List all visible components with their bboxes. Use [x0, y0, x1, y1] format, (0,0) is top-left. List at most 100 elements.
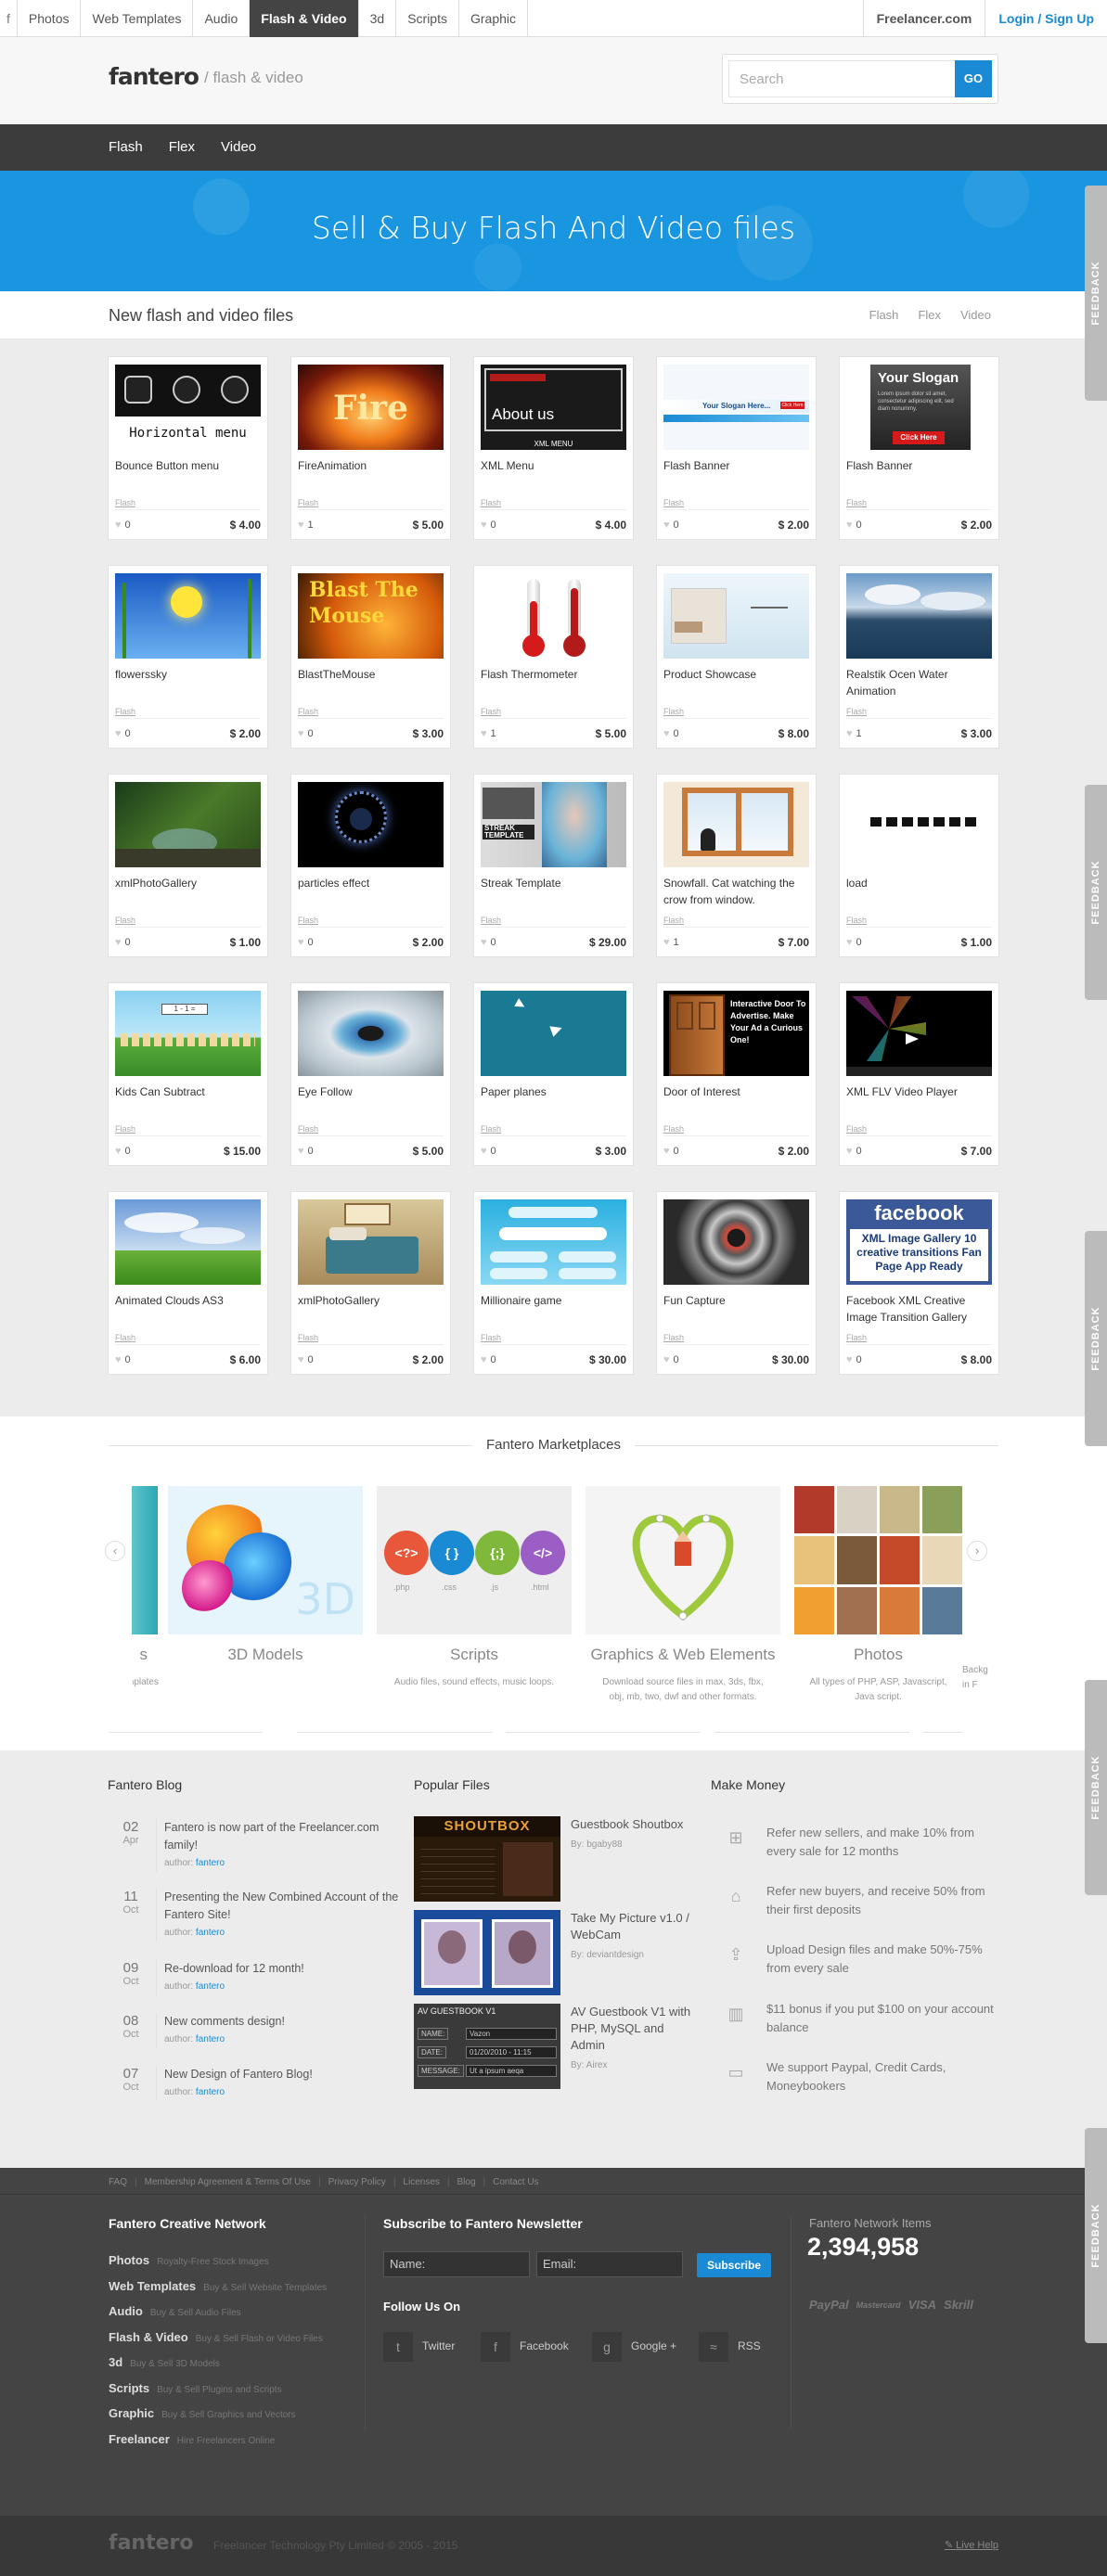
- network-name[interactable]: Scripts: [109, 2381, 149, 2395]
- blog-author-link[interactable]: fantero: [196, 1858, 225, 1868]
- heart-icon[interactable]: ♥: [481, 519, 487, 531]
- file-category[interactable]: Flash: [846, 1124, 867, 1134]
- file-category[interactable]: Flash: [115, 1124, 135, 1134]
- file-category[interactable]: Flash: [846, 707, 867, 716]
- network-link[interactable]: Graphic Buy & Sell Graphics and Vectors: [109, 2406, 296, 2420]
- footer-link-licenses[interactable]: Licenses: [403, 2177, 449, 2187]
- heart-icon[interactable]: ♥: [115, 1354, 122, 1365]
- file-thumbnail[interactable]: STREAK TEMPLATE: [481, 782, 626, 867]
- file-card[interactable]: load Flash ♥ 0 $ 1.00: [839, 774, 999, 957]
- file-name[interactable]: Flash Banner: [663, 457, 812, 474]
- file-category[interactable]: Flash: [663, 1333, 684, 1342]
- blog-post-title[interactable]: Fantero is now part of the Freelancer.co…: [164, 1819, 402, 1854]
- file-thumbnail[interactable]: facebook XML Image Gallery 10 creative tr…: [846, 1199, 992, 1285]
- file-category[interactable]: Flash: [663, 498, 684, 507]
- feedback-tab[interactable]: FEEDBACK: [1085, 785, 1107, 1000]
- file-card[interactable]: Fire FireAnimation Flash ♥ 1 $ 5.00: [290, 356, 451, 540]
- rss-icon[interactable]: ≈: [699, 2332, 728, 2362]
- popular-item[interactable]: SHOUTBOX Guestbook Shoutbox By: bgaby88: [414, 1816, 692, 1902]
- file-category[interactable]: Flash: [115, 498, 135, 507]
- marketplace-item[interactable]: s best way to sell & buy Design Template…: [133, 1486, 170, 1690]
- file-thumbnail[interactable]: Fire: [298, 365, 444, 450]
- network-name[interactable]: Photos: [109, 2253, 149, 2267]
- heart-icon[interactable]: ♥: [663, 1146, 670, 1157]
- cat-audio[interactable]: Audio: [193, 0, 251, 37]
- blog-post-title[interactable]: Re-download for 12 month!: [164, 1960, 402, 1978]
- network-name[interactable]: Audio: [109, 2304, 143, 2318]
- heart-icon[interactable]: ♥: [115, 519, 122, 531]
- file-thumbnail[interactable]: 1 - 1 =: [115, 991, 261, 1076]
- file-thumbnail[interactable]: [481, 1199, 626, 1285]
- file-name[interactable]: Eye Follow: [298, 1083, 446, 1100]
- file-card[interactable]: Paper planes Flash ♥ 0 $ 3.00: [473, 982, 634, 1166]
- network-name[interactable]: Flash & Video: [109, 2330, 188, 2344]
- footer-logo[interactable]: fantero: [109, 2531, 193, 2555]
- heart-icon[interactable]: ♥: [846, 1146, 853, 1157]
- file-name[interactable]: load: [846, 875, 995, 891]
- login-link[interactable]: Login / Sign Up: [985, 0, 1107, 37]
- file-name[interactable]: Kids Can Subtract: [115, 1083, 264, 1100]
- file-thumbnail[interactable]: Interactive Door To Advertise. Make Your…: [663, 991, 809, 1076]
- logo[interactable]: fantero: [109, 63, 200, 90]
- google-plus-icon[interactable]: g: [592, 2332, 622, 2362]
- heart-icon[interactable]: ♥: [481, 1146, 487, 1157]
- file-thumbnail[interactable]: [846, 782, 992, 867]
- file-card[interactable]: xmlPhotoGallery Flash ♥ 0 $ 2.00: [290, 1191, 451, 1375]
- file-category[interactable]: Flash: [115, 1333, 135, 1342]
- marketplace-item-photos[interactable]: Photos All types of PHP, ASP, Javascript…: [794, 1486, 962, 1705]
- popular-name[interactable]: Take My Picture v1.0 / WebCam: [571, 1910, 691, 1943]
- file-card[interactable]: Realstik Ocen Water Animation Flash ♥ 1 $ 3.…: [839, 565, 999, 749]
- file-category[interactable]: Flash: [481, 1124, 501, 1134]
- file-name[interactable]: Paper planes: [481, 1083, 629, 1100]
- file-thumbnail[interactable]: About us XML MENU: [481, 365, 626, 450]
- file-thumbnail[interactable]: [115, 1199, 261, 1285]
- file-category[interactable]: Flash: [663, 1124, 684, 1134]
- file-thumbnail[interactable]: [115, 782, 261, 867]
- social-label[interactable]: Facebook: [520, 2339, 569, 2352]
- blog-post-title[interactable]: Presenting the New Combined Account of t…: [164, 1889, 402, 1924]
- heart-icon[interactable]: ♥: [846, 519, 853, 531]
- file-thumbnail[interactable]: [663, 782, 809, 867]
- file-thumbnail[interactable]: [115, 573, 261, 659]
- heart-icon[interactable]: ♥: [115, 1146, 122, 1157]
- file-card[interactable]: flowerssky Flash ♥ 0 $ 2.00: [108, 565, 268, 749]
- file-card[interactable]: Eye Follow Flash ♥ 0 $ 5.00: [290, 982, 451, 1166]
- blog-author-link[interactable]: fantero: [196, 1928, 225, 1938]
- blog-post-title[interactable]: New comments design!: [164, 2013, 402, 2031]
- file-thumbnail[interactable]: Blast The Mouse: [298, 573, 444, 659]
- file-card[interactable]: Millionaire game Flash ♥ 0 $ 30.00: [473, 1191, 634, 1375]
- file-card[interactable]: Flash Thermometer Flash ♥ 1 $ 5.00: [473, 565, 634, 749]
- file-name[interactable]: Product Showcase: [663, 666, 812, 683]
- network-name[interactable]: Web Templates: [109, 2279, 196, 2293]
- file-name[interactable]: particles effect: [298, 875, 446, 891]
- newsletter-email-input[interactable]: Email:: [536, 2251, 683, 2277]
- heart-icon[interactable]: ♥: [298, 1146, 304, 1157]
- file-thumbnail[interactable]: Horizontal menu: [115, 365, 261, 450]
- file-category[interactable]: Flash: [481, 498, 501, 507]
- network-link[interactable]: Audio Buy & Sell Audio Files: [109, 2304, 241, 2318]
- file-thumbnail[interactable]: [298, 991, 444, 1076]
- social-label[interactable]: Twitter: [422, 2339, 455, 2352]
- file-card[interactable]: XML FLV Video Player Flash ♥ 0 $ 7.00: [839, 982, 999, 1166]
- footer-link-contact[interactable]: Contact Us: [493, 2177, 546, 2187]
- file-name[interactable]: flowerssky: [115, 666, 264, 683]
- heart-icon[interactable]: ♥: [846, 728, 853, 739]
- file-category[interactable]: Flash: [298, 1124, 318, 1134]
- file-thumbnail[interactable]: [846, 573, 992, 659]
- file-card[interactable]: particles effect Flash ♥ 0 $ 2.00: [290, 774, 451, 957]
- heart-icon[interactable]: ♥: [115, 728, 122, 739]
- file-name[interactable]: Animated Clouds AS3: [115, 1292, 264, 1309]
- popular-item[interactable]: AV GUESTBOOK V1 NAME: Vazon DATE: 01/20/…: [414, 2004, 692, 2089]
- file-card[interactable]: 1 - 1 = Kids Can Subtract Flash ♥ 0 $ 15.00: [108, 982, 268, 1166]
- facebook-icon[interactable]: f: [481, 2332, 510, 2362]
- heart-icon[interactable]: ♥: [298, 937, 304, 948]
- heart-icon[interactable]: ♥: [663, 1354, 670, 1365]
- file-name[interactable]: Flash Banner: [846, 457, 995, 474]
- file-card[interactable]: Snowfall. Cat watching the crow from win…: [656, 774, 817, 957]
- search-input[interactable]: Search: [728, 60, 960, 97]
- file-thumbnail[interactable]: [846, 991, 992, 1076]
- file-card[interactable]: Horizontal menu Bounce Button menu Flash ♥ 0…: [108, 356, 268, 540]
- blog-post-title[interactable]: New Design of Fantero Blog!: [164, 2066, 402, 2083]
- file-name[interactable]: BlastTheMouse: [298, 666, 446, 683]
- file-thumbnail[interactable]: Your Slogan Lorem ipsum dolor sit amet, c…: [846, 365, 992, 450]
